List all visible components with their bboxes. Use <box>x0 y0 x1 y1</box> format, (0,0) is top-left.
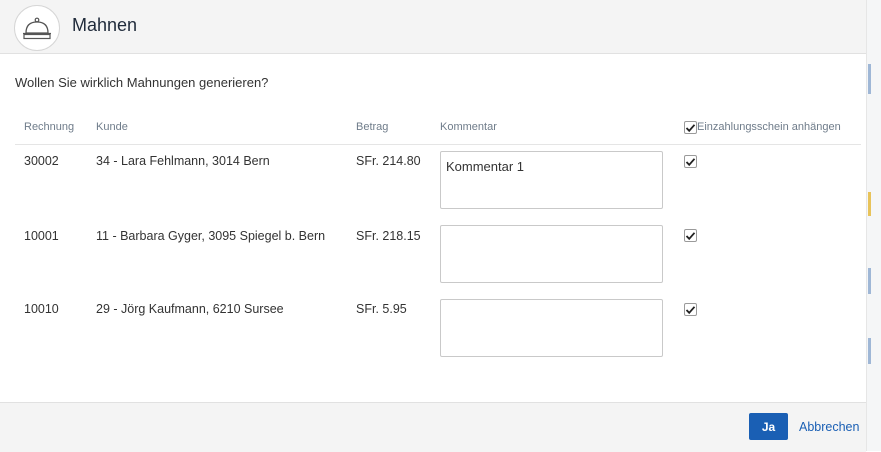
cell-kunde: 11 - Barbara Gyger, 3095 Spiegel b. Bern <box>96 229 326 243</box>
service-bell-icon <box>14 5 60 51</box>
attach-checkbox[interactable] <box>684 155 697 168</box>
cell-rechnung: 10001 <box>24 229 59 243</box>
confirmation-question: Wollen Sie wirklich Mahnungen generieren… <box>15 75 269 90</box>
cell-betrag: SFr. 5.95 <box>356 302 407 316</box>
cell-betrag: SFr. 218.15 <box>356 229 421 243</box>
cell-kunde: 34 - Lara Fehlmann, 3014 Bern <box>96 154 270 168</box>
background-scrollbar <box>866 0 881 451</box>
dialog-footer <box>0 402 866 452</box>
checkmark-icon <box>685 157 696 166</box>
checkmark-icon <box>685 305 696 314</box>
comment-input[interactable] <box>440 151 663 209</box>
comment-input[interactable] <box>440 299 663 357</box>
cancel-button[interactable]: Abbrechen <box>799 420 859 434</box>
column-header-betrag: Betrag <box>356 121 389 133</box>
dialog-title: Mahnen <box>72 15 138 35</box>
checkmark-icon <box>685 123 696 132</box>
checkmark-icon <box>685 231 696 240</box>
header-divider <box>15 144 861 145</box>
column-header-rechnung: Rechnung <box>24 121 75 133</box>
column-header-kunde: Kunde <box>96 121 128 133</box>
cell-rechnung: 30002 <box>24 154 59 168</box>
column-header-kommentar: Kommentar <box>440 121 497 133</box>
select-all-checkbox[interactable] <box>684 121 697 134</box>
cell-betrag: SFr. 214.80 <box>356 154 421 168</box>
cell-kunde: 29 - Jörg Kaufmann, 6210 Sursee <box>96 302 284 316</box>
attach-checkbox[interactable] <box>684 303 697 316</box>
cell-rechnung: 10010 <box>24 302 59 316</box>
column-header-einzahlungsschein: Einzahlungsschein anhängen <box>697 121 841 133</box>
comment-input[interactable] <box>440 225 663 283</box>
attach-checkbox[interactable] <box>684 229 697 242</box>
confirm-button[interactable]: Ja <box>749 413 788 440</box>
dialog-header: Mahnen <box>0 0 866 54</box>
